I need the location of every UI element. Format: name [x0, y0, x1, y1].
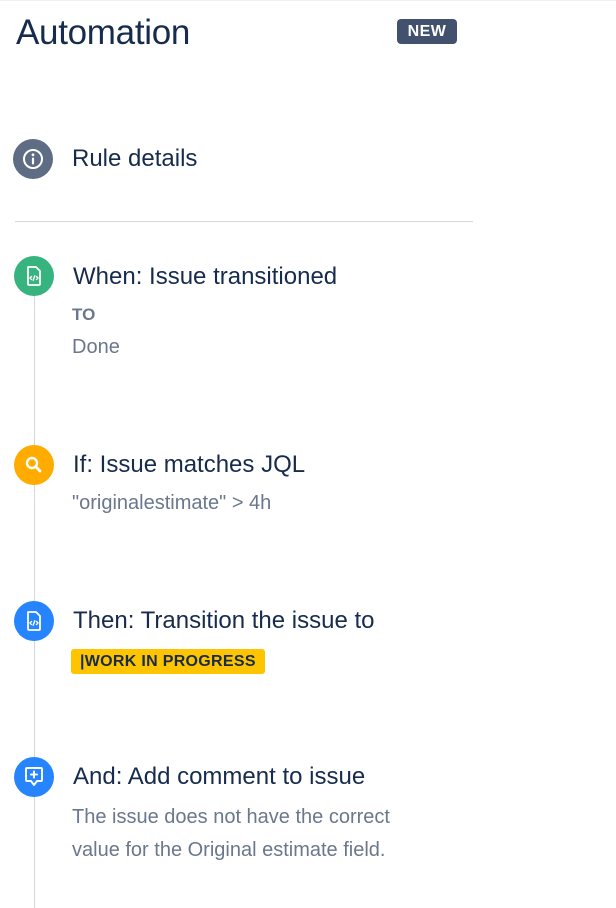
action-title[interactable]: Then: Transition the issue to [73, 606, 375, 636]
trigger-title[interactable]: When: Issue transitioned [73, 262, 337, 292]
add-comment-icon[interactable] [14, 757, 54, 797]
new-badge: NEW [397, 19, 457, 44]
automation-panel: Automation NEW Rule details When: Issue … [0, 0, 616, 908]
page-title: Automation [16, 13, 191, 52]
rule-details-item[interactable]: Rule details [13, 139, 197, 179]
status-lozenge: |WORK IN PROGRESS [71, 649, 265, 674]
condition-title[interactable]: If: Issue matches JQL [73, 450, 305, 480]
top-border [0, 0, 616, 1]
comment-line-1: The issue does not have the correct [72, 806, 390, 828]
trigger-value: Done [72, 336, 120, 358]
rule-details-label: Rule details [72, 145, 198, 172]
divider [15, 221, 473, 222]
search-icon[interactable] [14, 445, 54, 485]
comment-line-2: value for the Original estimate field. [72, 839, 386, 861]
action-icon[interactable] [14, 601, 54, 641]
comment-title[interactable]: And: Add comment to issue [73, 762, 365, 792]
timeline-connector [34, 270, 35, 908]
condition-value: "originalestimate" > 4h [72, 492, 272, 514]
info-icon [13, 139, 53, 179]
trigger-icon[interactable] [14, 256, 54, 296]
trigger-field-label: TO [72, 305, 96, 324]
